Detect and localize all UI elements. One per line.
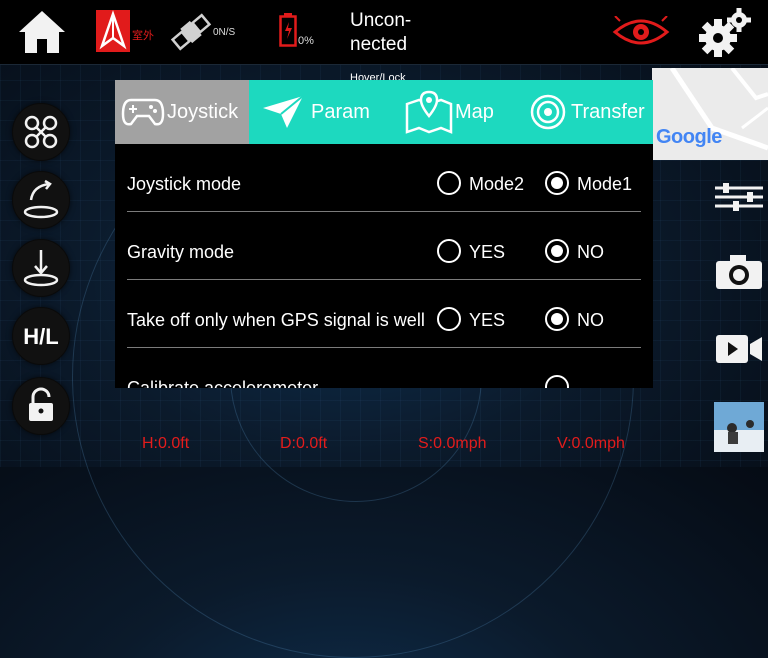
- vertical-speed-readout: V:0.0mph: [557, 435, 625, 452]
- joystick-settings-panel: Joystick mode Mode2 Mode1 Gravity mode Y…: [115, 144, 653, 388]
- connection-status-line1: Uncon-: [350, 10, 412, 31]
- settings-tab-bar: Joystick Param Map Transfer: [115, 80, 653, 144]
- map-pin-icon: [405, 90, 453, 134]
- gamepad-icon: [121, 98, 165, 126]
- setting-label: Joystick mode: [127, 174, 242, 194]
- hl-speed-label: H/L: [23, 324, 58, 349]
- tab-map[interactable]: Map: [399, 80, 523, 144]
- radio-gps-yes-label: YES: [469, 310, 506, 330]
- tab-joystick[interactable]: Joystick: [115, 80, 249, 144]
- takeoff-icon: [23, 179, 59, 219]
- paper-plane-icon: [263, 95, 304, 128]
- home-icon[interactable]: [16, 8, 68, 56]
- radio-calibrate[interactable]: [545, 375, 569, 388]
- connection-status-line2: nected: [350, 34, 408, 55]
- lock-icon: [29, 387, 53, 421]
- setting-row-joystick-mode: Joystick mode Mode2 Mode1: [127, 144, 641, 212]
- gps-count: 0N/S: [213, 27, 236, 38]
- sliders-icon[interactable]: [713, 180, 765, 214]
- setting-label: Gravity mode: [127, 242, 235, 262]
- tab-param[interactable]: Param: [249, 80, 399, 144]
- radio-gps-no-label: NO: [577, 310, 604, 330]
- hl-speed-icon: H/L: [23, 324, 58, 349]
- radio-mode1-label: Mode1: [577, 174, 633, 194]
- connection-status: Uncon- nected: [350, 9, 430, 57]
- radio-mode2-label: Mode2: [469, 174, 525, 194]
- camera-icon[interactable]: [713, 253, 765, 291]
- gear-icon[interactable]: [698, 6, 754, 58]
- distance-readout: D:0.0ft: [280, 435, 328, 452]
- setting-row-gps-takeoff: Take off only when GPS signal is well YE…: [127, 280, 641, 348]
- hl-speed-button[interactable]: H/L: [12, 307, 70, 365]
- gallery-image: [714, 402, 764, 452]
- setting-label: Calibrate accelerometer: [127, 378, 319, 388]
- land-button[interactable]: [12, 239, 70, 297]
- radio-gps-no[interactable]: [545, 307, 569, 331]
- drone-icon: [24, 115, 58, 149]
- radio-gravity-yes-label: YES: [469, 242, 506, 262]
- radio-mode2[interactable]: [437, 171, 461, 195]
- top-bar: 室外 0N/S 0% Uncon- nected: [0, 0, 768, 65]
- battery-icon: [279, 13, 297, 47]
- drone-button[interactable]: [12, 103, 70, 161]
- google-logo: Google: [656, 126, 722, 148]
- radio-gps-yes[interactable]: [437, 307, 461, 331]
- setting-label: Take off only when GPS signal is well: [127, 310, 425, 330]
- tab-joystick-label: Joystick: [167, 101, 239, 123]
- eye-icon[interactable]: [612, 16, 670, 48]
- radio-gravity-no-label: NO: [577, 242, 604, 262]
- land-icon: [23, 250, 59, 287]
- tab-map-label: Map: [455, 101, 494, 123]
- gallery-thumbnail[interactable]: [714, 402, 764, 452]
- map-thumbnail[interactable]: Google: [652, 68, 768, 160]
- speed-readout: S:0.0mph: [418, 435, 487, 452]
- transfer-icon: [530, 94, 566, 130]
- battery-percent: 0%: [298, 35, 314, 47]
- tab-transfer[interactable]: Transfer: [523, 80, 653, 144]
- lock-button[interactable]: [12, 377, 70, 435]
- setting-row-gravity-mode: Gravity mode YES NO: [127, 212, 641, 280]
- tab-transfer-label: Transfer: [571, 101, 645, 123]
- video-icon[interactable]: [713, 332, 765, 366]
- location-mode-icon[interactable]: [96, 10, 130, 52]
- satellite-icon: [170, 13, 212, 51]
- takeoff-button[interactable]: [12, 171, 70, 229]
- location-mode-label: 室外: [132, 30, 154, 42]
- radio-gravity-yes[interactable]: [437, 239, 461, 263]
- setting-row-calibrate: Calibrate accelerometer: [127, 348, 641, 388]
- radio-mode1[interactable]: [545, 171, 569, 195]
- height-readout: H:0.0ft: [142, 435, 190, 452]
- radio-gravity-no[interactable]: [545, 239, 569, 263]
- tab-param-label: Param: [311, 101, 370, 123]
